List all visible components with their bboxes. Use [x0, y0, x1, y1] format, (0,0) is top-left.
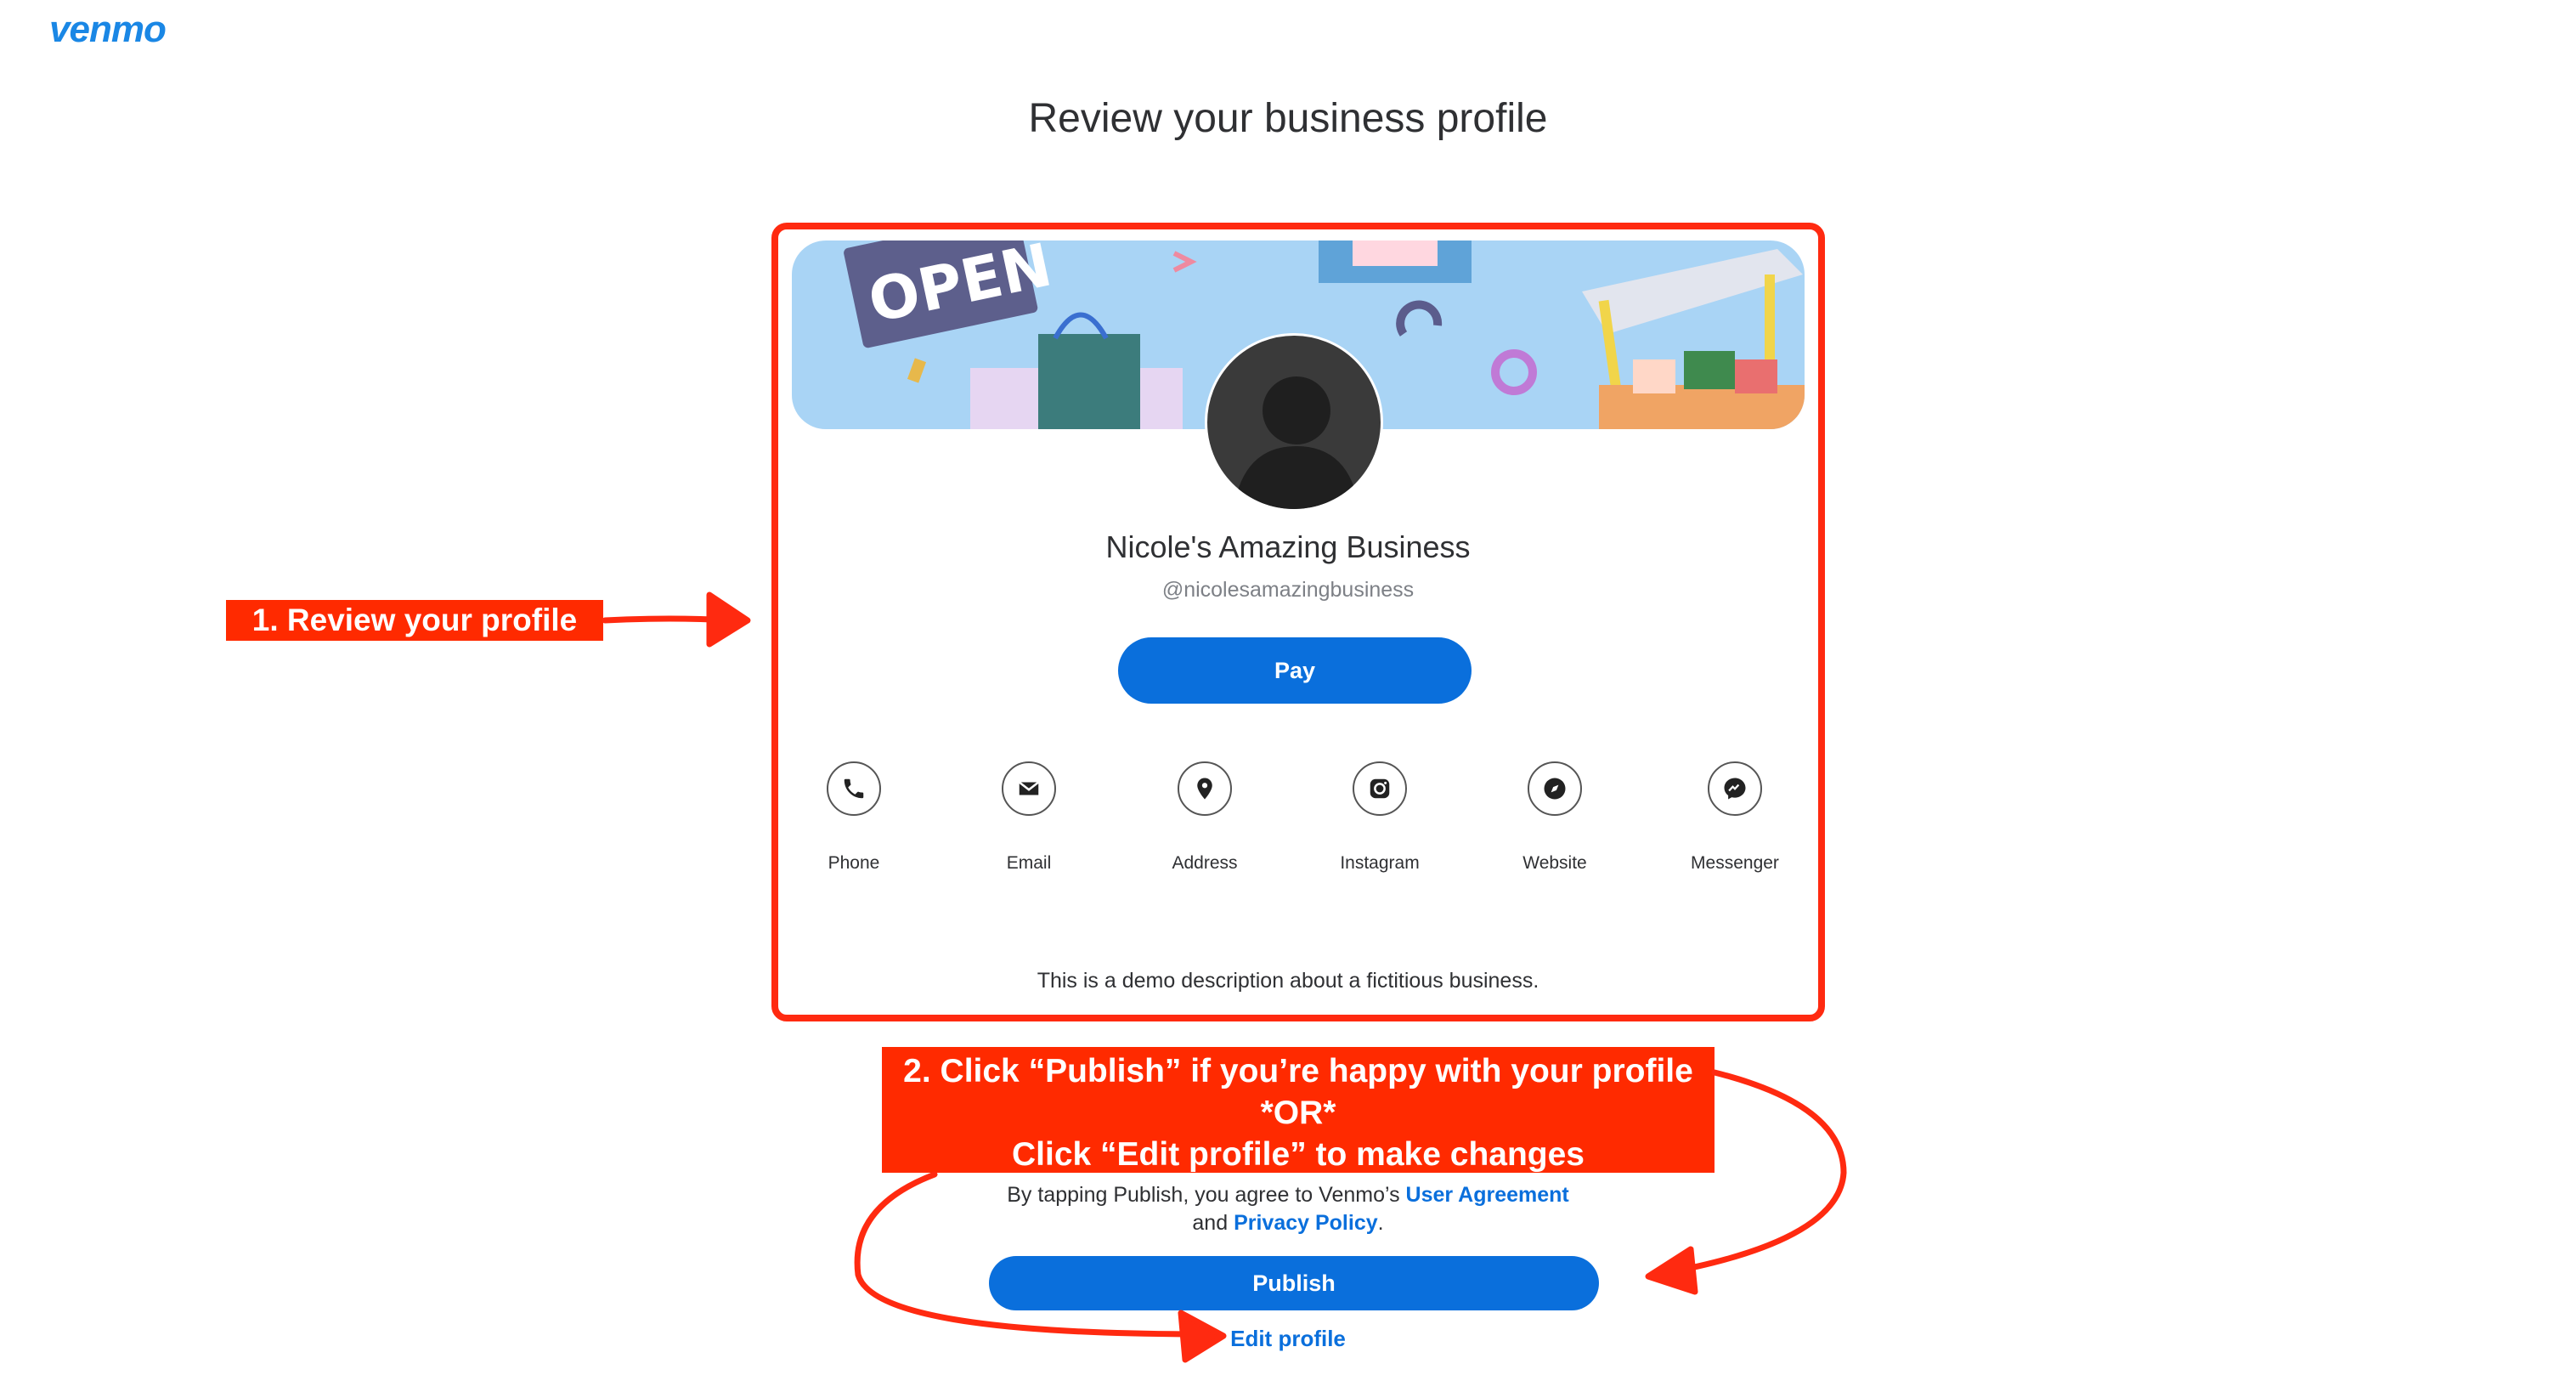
phone-icon: [827, 761, 881, 816]
contact-label: Phone: [828, 853, 880, 873]
agreement-suffix: .: [1377, 1211, 1384, 1235]
business-description: This is a demo description about a ficti…: [1037, 969, 1539, 993]
contact-label: Email: [1006, 853, 1052, 873]
contact-address[interactable]: Address: [1111, 761, 1298, 874]
agreement-prefix: By tapping Publish, you agree to Venmo’s: [1007, 1183, 1400, 1207]
page-title: Review your business profile: [1028, 96, 1548, 141]
edit-profile-link[interactable]: Edit profile: [0, 1326, 2576, 1352]
annotation-step2: 2. Click “Publish” if you’re happy with …: [882, 1047, 1715, 1173]
arrow-head-publish: [1645, 1246, 1698, 1295]
user-agreement-link[interactable]: User Agreement: [1406, 1183, 1569, 1207]
pay-button[interactable]: Pay: [1118, 637, 1472, 704]
contact-instagram[interactable]: Instagram: [1286, 761, 1473, 874]
contact-label: Address: [1172, 853, 1238, 873]
business-handle: @nicolesamazingbusiness: [1161, 578, 1415, 602]
annotation-step1: 1. Review your profile: [226, 600, 603, 641]
contact-phone[interactable]: Phone: [760, 761, 947, 874]
arrow-to-profile: [602, 615, 734, 624]
edit-profile-label[interactable]: Edit profile: [1230, 1326, 1346, 1351]
business-name: Nicole's Amazing Business: [1105, 529, 1471, 564]
compass-icon: [1528, 761, 1582, 816]
annotation-step2-line: Click “Edit profile” to make changes: [1011, 1136, 1585, 1173]
annotation-step2-line: 2. Click “Publish” if you’re happy with …: [903, 1053, 1693, 1089]
privacy-policy-link[interactable]: Privacy Policy: [1234, 1211, 1378, 1235]
messenger-icon: [1708, 761, 1762, 816]
email-icon: [1002, 761, 1056, 816]
location-pin-icon: [1178, 761, 1232, 816]
agreement-and: and: [1192, 1211, 1229, 1235]
agreement-text: By tapping Publish, you agree to Venmo’s…: [0, 1181, 2576, 1237]
contact-label: Messenger: [1691, 853, 1779, 873]
venmo-logo[interactable]: venmo: [49, 8, 167, 51]
contact-label: Website: [1522, 853, 1587, 873]
instagram-icon: [1353, 761, 1407, 816]
annotation-step2-line: *OR*: [1260, 1095, 1336, 1131]
contact-label: Instagram: [1340, 853, 1420, 873]
contact-website[interactable]: Website: [1461, 761, 1648, 874]
avatar: [1205, 333, 1383, 512]
contact-email[interactable]: Email: [935, 761, 1122, 874]
contact-messenger[interactable]: Messenger: [1641, 761, 1828, 874]
publish-button[interactable]: Publish: [989, 1256, 1599, 1310]
